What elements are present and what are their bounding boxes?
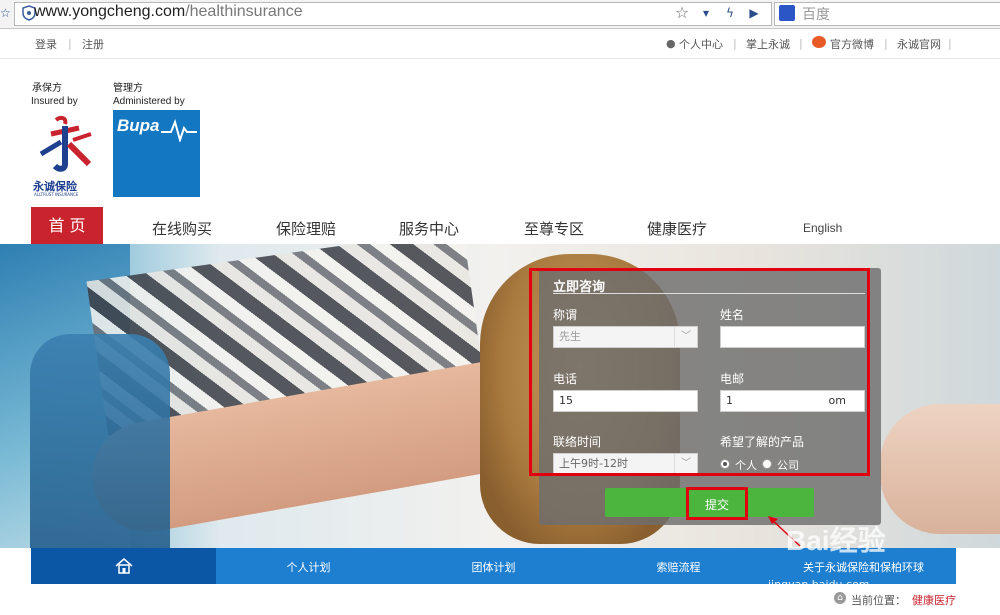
nav-service-center[interactable]: 服务中心 — [399, 218, 459, 239]
nav-english[interactable]: English — [803, 221, 842, 235]
baidu-watermark-text: Bai经验 — [786, 525, 886, 556]
home-icon — [115, 558, 133, 574]
nav-buy-online[interactable]: 在线购买 — [152, 218, 212, 239]
form-highlight-box — [529, 268, 870, 476]
bottom-nav-home[interactable] — [31, 548, 216, 584]
admin-by-en: Administered by — [113, 96, 185, 107]
divider: | — [68, 37, 72, 50]
divider: | — [948, 37, 952, 50]
mobile-link[interactable]: 掌上永诚 — [746, 36, 790, 52]
bottom-nav-about[interactable]: 关于永诚保险和保柏环球 — [771, 559, 956, 575]
insured-by-cn: 承保方 — [32, 83, 62, 94]
register-link[interactable]: 注册 — [82, 36, 104, 52]
baidu-watermark-url: jingyan.baidu.com — [768, 578, 870, 591]
personal-center-link[interactable]: 个人中心 — [679, 36, 723, 52]
bottom-nav-group-plan[interactable]: 团体计划 — [401, 559, 586, 575]
baidu-paw-icon[interactable] — [779, 5, 795, 21]
divider: | — [799, 37, 803, 50]
breadcrumb-label: 当前位置： — [851, 594, 906, 607]
lightning-icon[interactable]: ϟ — [720, 3, 740, 23]
location-icon: ⌂ — [834, 592, 846, 604]
user-icon: ● — [666, 37, 676, 50]
bupa-brand: Bupa — [117, 116, 160, 135]
divider: | — [884, 37, 888, 50]
insured-by-en: Insured by — [31, 96, 78, 107]
star-icon[interactable]: ☆ — [0, 6, 11, 20]
insurer-name-en: ALLTRUST INSURANCE — [34, 192, 79, 197]
dropdown-arrow-icon[interactable]: ▾ — [696, 3, 716, 23]
nav-health-care[interactable]: 健康医疗 — [647, 218, 707, 239]
url-text[interactable]: www.yongcheng.com/healthinsurance — [34, 3, 303, 21]
login-link[interactable]: 登录 — [35, 36, 57, 52]
weibo-link[interactable]: 官方微博 — [830, 36, 874, 52]
search-placeholder: 百度 — [802, 7, 830, 23]
admin-by-cn: 管理方 — [113, 83, 143, 94]
nav-premium-zone[interactable]: 至尊专区 — [524, 218, 584, 239]
bottom-nav-personal-plan[interactable]: 个人计划 — [216, 559, 401, 575]
divider: | — [733, 37, 737, 50]
bookmark-star-icon[interactable]: ☆ — [672, 3, 692, 23]
bupa-logo[interactable]: Bupa — [113, 110, 200, 197]
nav-claims[interactable]: 保险理赔 — [276, 218, 336, 239]
official-site-link[interactable]: 永诚官网 — [897, 36, 941, 52]
weibo-icon — [812, 36, 826, 48]
nav-home[interactable]: 首 页 — [31, 207, 103, 244]
bottom-nav-claim-process[interactable]: 索赔流程 — [586, 559, 771, 575]
go-arrow-icon[interactable]: ▶ — [744, 3, 764, 23]
submit-highlight-box — [686, 487, 748, 520]
breadcrumb-current[interactable]: 健康医疗 — [912, 592, 956, 608]
